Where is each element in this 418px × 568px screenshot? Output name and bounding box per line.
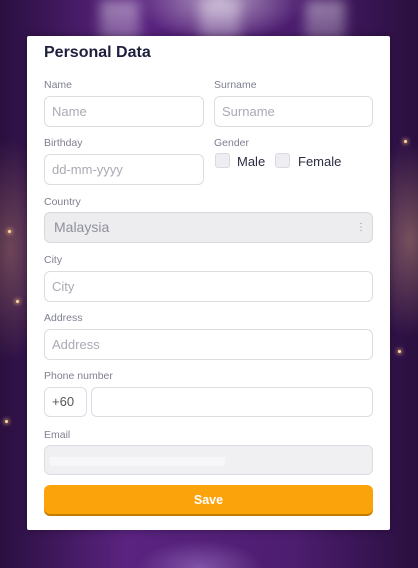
address-label: Address <box>44 312 83 324</box>
sparkle <box>5 420 8 423</box>
phone-input[interactable] <box>91 387 373 417</box>
email-value-placeholder <box>50 457 225 466</box>
address-input[interactable] <box>44 329 373 360</box>
city-input[interactable] <box>44 271 373 302</box>
page-title: Personal Data <box>44 44 151 61</box>
birthday-label: Birthday <box>44 137 83 149</box>
country-value: Malaysia <box>54 219 110 235</box>
sparkle <box>16 300 19 303</box>
email-label: Email <box>44 429 71 441</box>
name-label: Name <box>44 79 73 91</box>
personal-data-card: Personal Data Name Surname Birthday Gend… <box>27 36 390 530</box>
name-input[interactable] <box>44 96 204 127</box>
save-button[interactable]: Save <box>44 485 373 514</box>
surname-input[interactable] <box>214 96 373 127</box>
country-select[interactable]: Malaysia ⋮ <box>44 212 373 243</box>
city-label: City <box>44 254 63 266</box>
vertical-dots-icon: ⋮ <box>356 222 366 233</box>
sparkle <box>398 350 401 353</box>
surname-label: Surname <box>214 79 257 91</box>
sparkle <box>404 140 407 143</box>
country-label: Country <box>44 196 81 208</box>
gender-male-label[interactable]: Male <box>237 154 265 169</box>
birthday-input[interactable] <box>44 154 204 185</box>
gender-label: Gender <box>214 137 250 149</box>
email-field[interactable] <box>44 445 373 475</box>
gender-male-checkbox[interactable] <box>215 153 230 168</box>
phone-prefix: +60 <box>44 387 87 417</box>
phone-label: Phone number <box>44 370 113 382</box>
gender-female-checkbox[interactable] <box>275 153 290 168</box>
sparkle <box>8 230 11 233</box>
gender-female-label[interactable]: Female <box>298 154 341 169</box>
